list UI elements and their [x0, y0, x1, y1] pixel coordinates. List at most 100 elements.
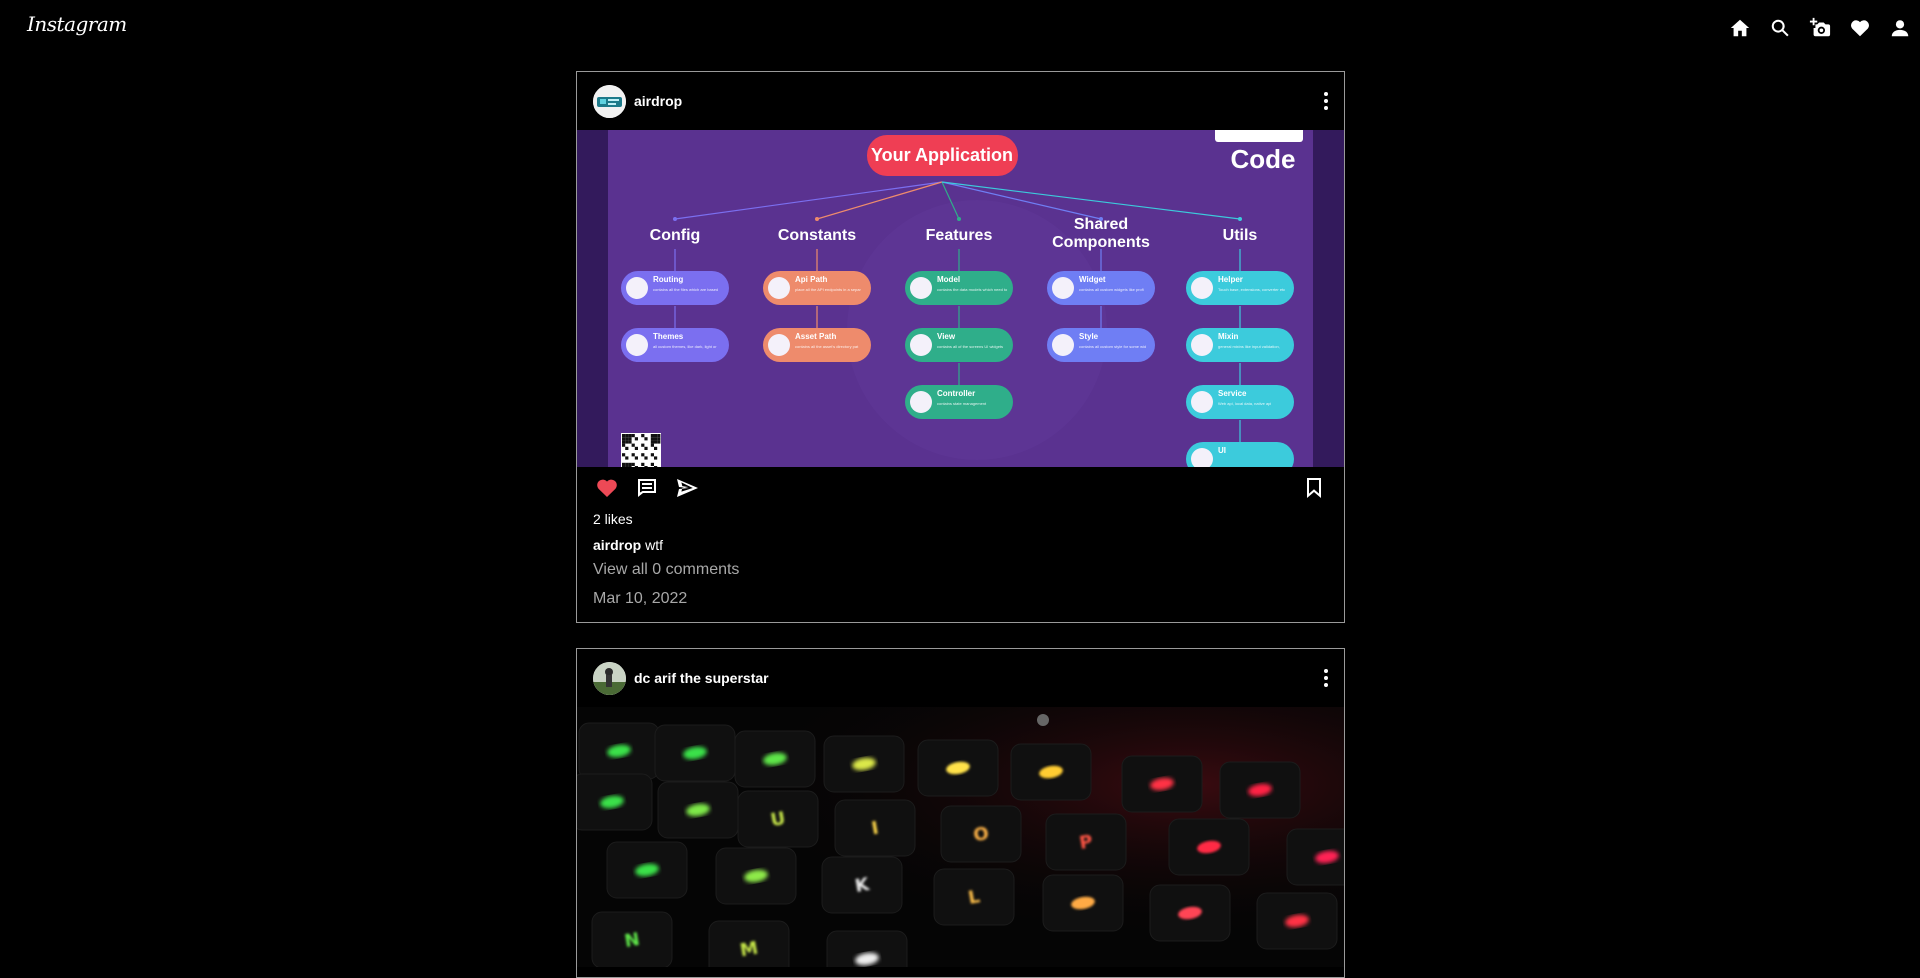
post-username[interactable]: dc arif the superstar	[634, 670, 769, 686]
item-icon	[626, 334, 648, 356]
keyboard-key: I	[834, 799, 916, 857]
post-caption: airdrop wtf	[577, 537, 1344, 553]
keyboard-key: U	[737, 790, 819, 848]
infographic-title: Your Application	[871, 145, 1013, 165]
item-icon	[1191, 334, 1213, 356]
nav-bar	[1720, 14, 1920, 42]
column-heading: Components	[1052, 234, 1150, 251]
keyboard-key	[1149, 884, 1231, 942]
item-desc: contains the data models which need to	[937, 287, 1008, 292]
item-desc: contains all of the screens UI widgets	[937, 344, 1003, 349]
keyboard-key	[577, 773, 653, 831]
likes-count[interactable]: 2 likes	[577, 511, 1344, 527]
item-icon	[768, 334, 790, 356]
heart-filled-icon	[597, 479, 617, 497]
add-photo-button[interactable]	[1800, 14, 1840, 42]
share-button[interactable]	[667, 472, 707, 504]
top-bar: Instagram	[0, 0, 1920, 52]
search-icon	[1771, 19, 1789, 37]
like-button[interactable]	[587, 472, 627, 504]
item-desc: Touch base, extensions, converter etc	[1218, 287, 1285, 292]
keyboard-key: O	[940, 805, 1022, 863]
keyboard-key	[826, 930, 908, 967]
home-button[interactable]	[1720, 14, 1760, 42]
comment-button[interactable]	[627, 472, 667, 504]
keyboard-key	[1256, 892, 1338, 950]
screw	[1037, 714, 1049, 726]
item-label: Asset Path	[795, 332, 836, 341]
item-label: UI	[1218, 446, 1226, 455]
post-date: Mar 10, 2022	[593, 590, 688, 607]
item-label: Widget	[1079, 275, 1106, 284]
bookmark-button[interactable]	[1294, 472, 1334, 504]
keyboard-key: L	[933, 868, 1015, 926]
item-label: Controller	[937, 389, 975, 398]
item-label: Service	[1218, 389, 1247, 398]
post-image[interactable]: UIOP KL N M	[577, 707, 1344, 967]
keyboard-key: K	[821, 856, 903, 914]
keyboard-key	[1042, 874, 1124, 932]
item-label: Mixin	[1218, 332, 1239, 341]
home-icon	[1730, 19, 1750, 37]
profile-button[interactable]	[1880, 14, 1920, 42]
item-label: Style	[1079, 332, 1099, 341]
item-label: Model	[937, 275, 960, 284]
item-icon	[626, 277, 648, 299]
keyboard-key	[1219, 761, 1301, 819]
keyboard-key	[917, 739, 999, 797]
keyboard-photo: U I O P KL N M	[577, 707, 1344, 967]
profile-icon	[1891, 20, 1909, 37]
keyboard-key	[606, 841, 688, 899]
post-card: airdrop Your Application Code Config Rout…	[576, 71, 1345, 623]
column-heading: Config	[650, 227, 701, 244]
keyboard-key	[1286, 828, 1344, 886]
avatar[interactable]	[593, 84, 626, 118]
keyboard-key	[1168, 818, 1250, 876]
column-heading: Utils	[1223, 227, 1258, 244]
item-desc: all custom themes, like dark, light or	[653, 344, 717, 349]
keyboard-key: N	[591, 911, 673, 967]
keyboard-key	[823, 735, 905, 793]
instagram-logo[interactable]: Instagram	[27, 12, 127, 36]
send-icon	[677, 479, 698, 497]
activity-button[interactable]	[1840, 14, 1880, 42]
item-icon	[1052, 334, 1074, 356]
comment-icon	[638, 479, 656, 497]
keyboard-key	[1121, 755, 1203, 813]
item-desc: contains all custom widgets like profi	[1079, 287, 1144, 292]
item-icon	[1191, 277, 1213, 299]
bookmark-icon	[1307, 478, 1321, 498]
item-icon	[910, 277, 932, 299]
view-comments-link[interactable]: View all 0 comments	[577, 561, 1344, 579]
post-username[interactable]: airdrop	[634, 93, 682, 109]
item-desc: Web api, local data, native api	[1218, 401, 1271, 406]
post-card: dc arif the superstar UIOP KL N M	[576, 648, 1345, 978]
item-desc: contains all the asset's directory pat	[795, 344, 859, 349]
application-structure-infographic: Your Application Code Config Routing conta…	[577, 130, 1344, 467]
post-header: airdrop	[577, 72, 1344, 130]
caption-username[interactable]: airdrop	[593, 537, 641, 553]
column-heading: Features	[926, 227, 993, 244]
more-options-button[interactable]	[1322, 92, 1330, 112]
item-icon	[768, 277, 790, 299]
avatar[interactable]	[593, 661, 626, 695]
search-button[interactable]	[1760, 14, 1800, 42]
item-desc: place all the API endpoints in a separ	[795, 287, 861, 292]
item-icon	[910, 391, 932, 413]
item-label: Themes	[653, 332, 684, 341]
keyboard-key: M	[708, 920, 790, 967]
caption-text: wtf	[641, 537, 664, 553]
item-label: View	[937, 332, 956, 341]
add-photo-icon	[1809, 17, 1831, 37]
item-icon	[910, 334, 932, 356]
post-header: dc arif the superstar	[577, 649, 1344, 707]
item-label: Routing	[653, 275, 683, 284]
item-label: Helper	[1218, 275, 1243, 284]
post-image[interactable]: Your Application Code Config Routing conta…	[577, 130, 1344, 467]
item-desc: contains all custom style for some wid	[1079, 344, 1146, 349]
more-options-button[interactable]	[1322, 669, 1330, 689]
item-desc: contains state management	[937, 401, 987, 406]
column-heading: Constants	[778, 227, 856, 244]
post-actions	[577, 467, 1344, 509]
item-icon	[1191, 391, 1213, 413]
